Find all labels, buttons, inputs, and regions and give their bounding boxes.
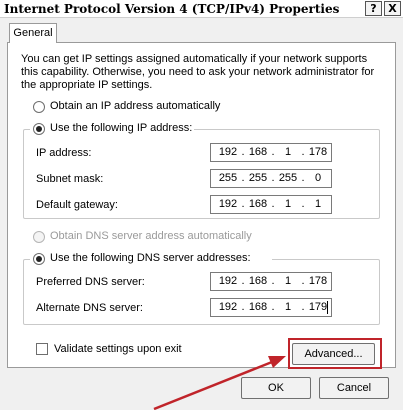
tab-general[interactable]: General	[9, 23, 57, 43]
cancel-button[interactable]: Cancel	[319, 377, 389, 399]
ipv4-properties-dialog: Internet Protocol Version 4 (TCP/IPv4) P…	[0, 0, 403, 410]
arrow-head	[268, 356, 286, 368]
red-arrow-icon	[153, 356, 286, 410]
ok-button[interactable]: OK	[241, 377, 311, 399]
